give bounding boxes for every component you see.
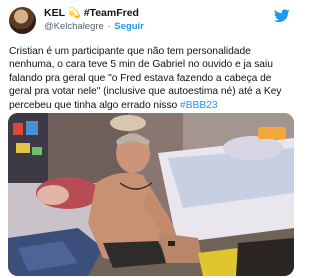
avatar[interactable] (9, 7, 36, 34)
separator: · (107, 21, 111, 32)
follow-button[interactable]: Seguir (114, 21, 144, 32)
tweet-card: KEL 💫 #TeamFred @Kelchalegre · Seguir Cr… (0, 0, 300, 278)
tweet-text: Cristian é um participante que não tem p… (8, 45, 292, 112)
author-info: KEL 💫 #TeamFred @Kelchalegre · Seguir (44, 7, 144, 33)
tweet-photo[interactable] (8, 113, 294, 276)
photo-scene (8, 113, 294, 276)
tweet-body: Cristian é um participante que não tem p… (9, 46, 282, 111)
hashtag-link[interactable]: #BBB23 (180, 100, 218, 111)
twitter-bird-icon[interactable] (274, 9, 290, 23)
display-name[interactable]: KEL 💫 #TeamFred (44, 7, 144, 20)
handle-row: @Kelchalegre · Seguir (44, 20, 144, 33)
tweet-header: KEL 💫 #TeamFred @Kelchalegre · Seguir (8, 5, 292, 35)
handle[interactable]: @Kelchalegre (44, 21, 104, 32)
